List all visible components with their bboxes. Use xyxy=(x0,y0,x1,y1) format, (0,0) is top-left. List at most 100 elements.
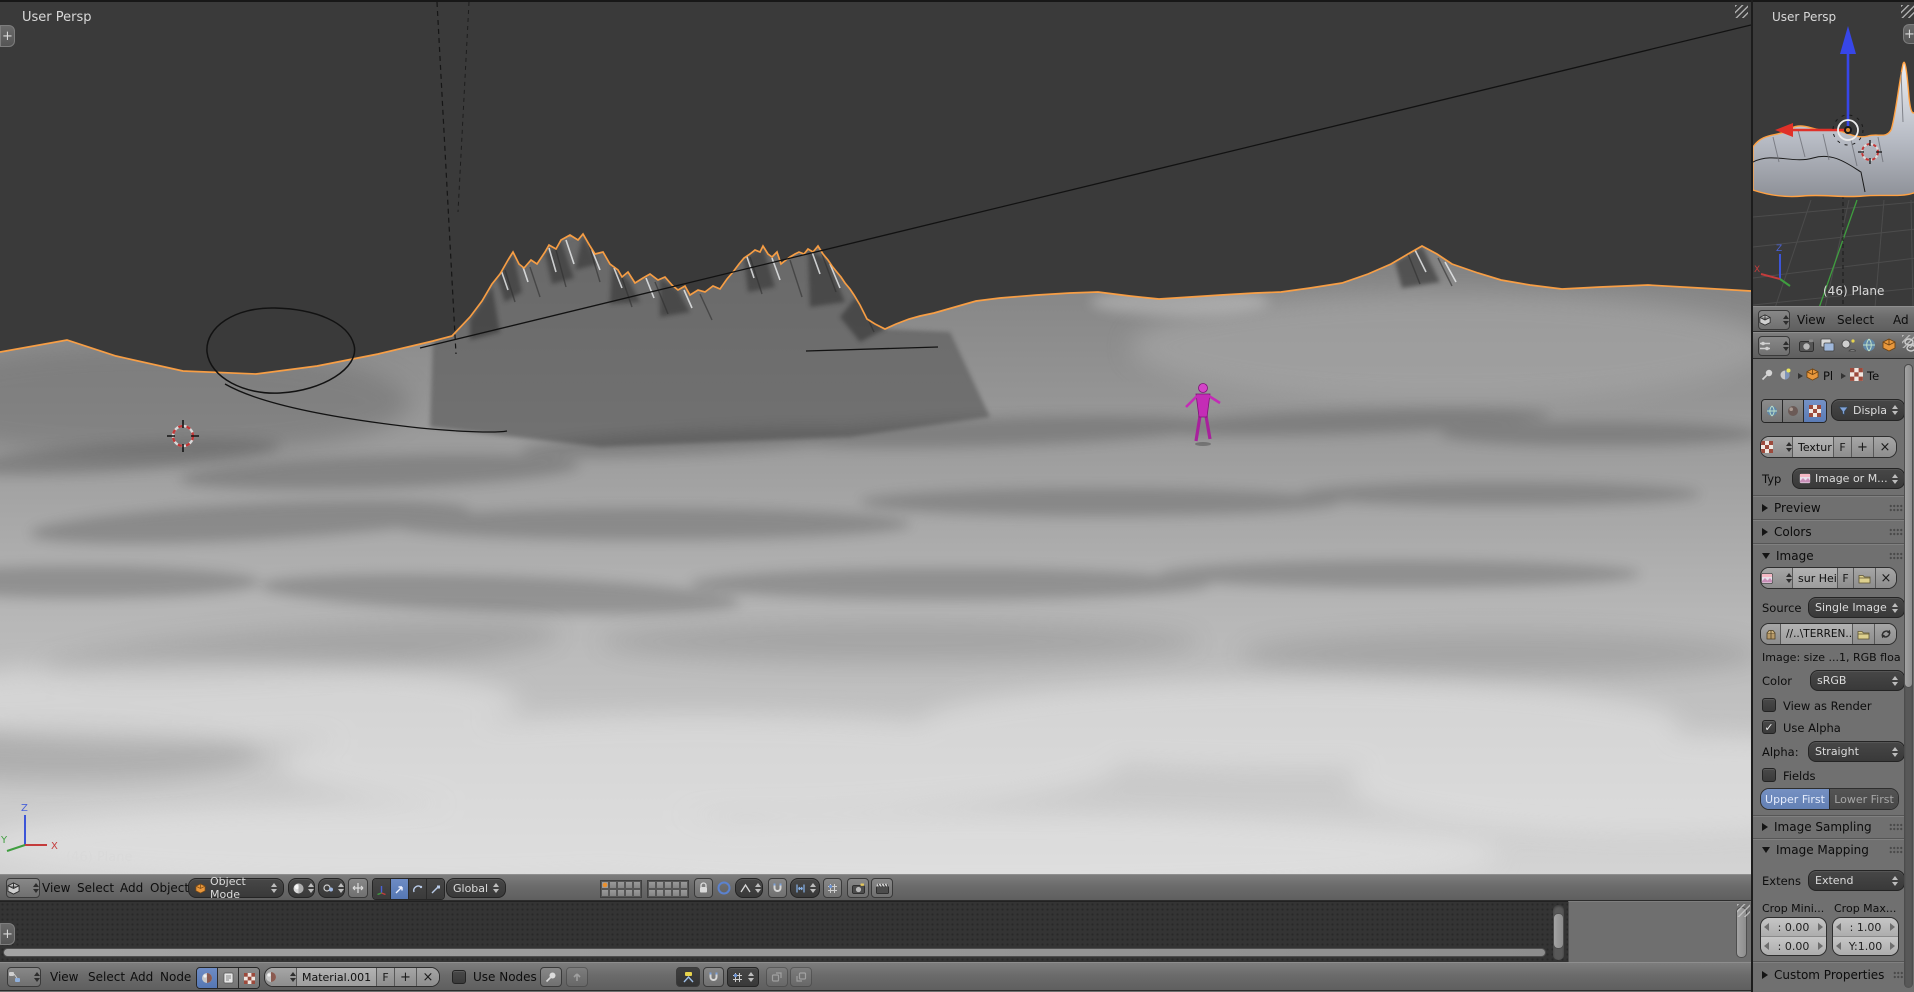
node-canvas[interactable]: + xyxy=(0,901,1568,963)
panel-grip[interactable] xyxy=(1889,823,1903,831)
mini-properties-expand-button[interactable]: + xyxy=(1903,24,1914,44)
source-dropdown[interactable]: Single Image xyxy=(1808,597,1905,618)
node-editor[interactable]: + View Select Add Node xyxy=(0,901,1751,992)
new-material-button[interactable]: + xyxy=(395,968,417,986)
slider-right-arrow-icon[interactable] xyxy=(1818,942,1823,950)
copy-nodes-button[interactable] xyxy=(766,967,788,987)
crop-max-x-slider[interactable]: : 1.00 xyxy=(1833,918,1898,937)
alpha-dropdown[interactable]: Straight xyxy=(1808,741,1905,762)
tab-scene-icon[interactable] xyxy=(1841,338,1856,352)
panel-grip[interactable] xyxy=(1889,846,1903,854)
manipulator-rotate-button[interactable] xyxy=(409,879,427,899)
orientation-dropdown[interactable]: Global xyxy=(446,878,506,898)
mode-dropdown[interactable]: Object Mode xyxy=(188,878,284,898)
panel-image-sampling-header[interactable]: Image Sampling xyxy=(1762,820,1903,834)
upper-first-button[interactable]: Upper First xyxy=(1761,789,1830,809)
menu-add[interactable]: Add xyxy=(120,875,143,901)
node-menu-view[interactable]: View xyxy=(50,964,78,990)
tab-render-layers-icon[interactable] xyxy=(1820,338,1835,352)
main-3d-viewport[interactable]: Z X Y User Persp (46) Plane + xyxy=(0,0,1751,876)
manipulator-axes-button[interactable] xyxy=(373,879,391,899)
menu-object[interactable]: Object xyxy=(150,875,189,901)
panel-grip[interactable] xyxy=(1889,528,1903,536)
texture-nodes-button[interactable] xyxy=(239,968,259,988)
world-texture-button[interactable] xyxy=(1762,400,1783,422)
insert-offset-button[interactable] xyxy=(676,967,700,987)
manipulator-toggle-button[interactable] xyxy=(348,878,368,898)
render-animation-button[interactable] xyxy=(871,878,893,898)
pack-image-button[interactable] xyxy=(1761,624,1781,644)
tab-render-icon[interactable] xyxy=(1799,339,1814,352)
manipulator-translate-button[interactable] xyxy=(391,879,409,899)
slider-left-arrow-icon[interactable] xyxy=(1764,923,1769,931)
go-to-parent-tree-button[interactable] xyxy=(566,967,588,987)
layers-grid-1[interactable] xyxy=(600,880,642,898)
manipulator-scale-button[interactable] xyxy=(427,879,444,899)
material-texture-button[interactable] xyxy=(1804,400,1826,422)
material-browse-button[interactable] xyxy=(265,968,297,986)
panel-grip[interactable] xyxy=(1889,552,1903,560)
pin-icon[interactable] xyxy=(1761,368,1774,381)
slider-left-arrow-icon[interactable] xyxy=(1764,942,1769,950)
brush-texture-button[interactable] xyxy=(1783,400,1804,422)
extension-dropdown[interactable]: Extend xyxy=(1808,870,1905,891)
texture-browse-button[interactable] xyxy=(1761,437,1793,457)
region-corner-widget[interactable] xyxy=(1735,5,1748,18)
shader-nodes-button[interactable] xyxy=(197,968,218,988)
use-alpha-checkbox[interactable]: ✓ xyxy=(1762,720,1776,734)
region-corner-widget[interactable] xyxy=(1902,335,1914,348)
panel-grip[interactable] xyxy=(1893,971,1903,979)
slider-right-arrow-icon[interactable] xyxy=(1818,923,1823,931)
panel-image-header[interactable]: Image xyxy=(1762,549,1903,563)
panel-grip[interactable] xyxy=(1889,504,1903,512)
render-still-button[interactable] xyxy=(847,878,869,898)
panel-custom-properties-header[interactable]: Custom Properties xyxy=(1762,968,1903,982)
crop-min-x-slider[interactable]: : 0.00 xyxy=(1761,918,1826,937)
node-menu-add[interactable]: Add xyxy=(130,964,153,990)
texture-type-dropdown[interactable]: Image or M... xyxy=(1792,468,1905,489)
image-name-field[interactable]: sur Hei xyxy=(1793,568,1838,588)
new-texture-button[interactable]: + xyxy=(1852,437,1874,457)
texture-slot-dropdown[interactable]: Displa xyxy=(1831,399,1905,421)
shading-dropdown[interactable] xyxy=(288,878,315,898)
properties-scrollbar[interactable] xyxy=(1904,364,1913,688)
slider-left-arrow-icon[interactable] xyxy=(1836,923,1841,931)
node-snap-mode-dropdown[interactable] xyxy=(727,967,759,987)
lower-first-button[interactable]: Lower First xyxy=(1830,789,1898,809)
proportional-edit-icon[interactable] xyxy=(717,881,731,895)
color-space-dropdown[interactable]: sRGB xyxy=(1810,670,1905,691)
fake-user-button[interactable]: F xyxy=(377,968,395,986)
panel-colors-header[interactable]: Colors xyxy=(1762,525,1903,539)
region-corner-widget[interactable] xyxy=(1901,5,1914,18)
tab-world-icon[interactable] xyxy=(1862,338,1876,352)
texture-name-field[interactable]: Textur xyxy=(1793,437,1834,457)
material-sphere-icon[interactable] xyxy=(1779,368,1792,381)
mini-3d-viewport[interactable]: Z X User Persp (46) Plane + xyxy=(1753,0,1914,306)
tab-object-icon[interactable] xyxy=(1882,338,1896,352)
paste-nodes-button[interactable] xyxy=(790,967,812,987)
view-as-render-checkbox[interactable] xyxy=(1762,698,1776,712)
node-toolshelf-expand-button[interactable]: + xyxy=(0,923,15,945)
image-browse-button[interactable] xyxy=(1761,568,1793,588)
snap-peel-button[interactable] xyxy=(823,878,842,898)
pivot-dropdown[interactable] xyxy=(318,878,345,898)
object-cube-icon[interactable] xyxy=(1806,368,1819,381)
unlink-material-button[interactable]: × xyxy=(417,968,439,986)
editor-type-button[interactable] xyxy=(7,967,41,987)
filepath-field[interactable]: //..\TERREN... xyxy=(1781,624,1853,644)
layer-cell-active[interactable] xyxy=(601,881,609,889)
node-menu-node[interactable]: Node xyxy=(160,964,191,990)
fake-user-button[interactable]: F xyxy=(1834,437,1852,457)
texture-checker-icon[interactable] xyxy=(1850,368,1863,381)
mini-menu-view[interactable]: View xyxy=(1797,307,1825,333)
menu-view[interactable]: View xyxy=(42,875,70,901)
pin-node-tree-button[interactable] xyxy=(540,967,562,987)
snap-toggle-button[interactable] xyxy=(768,878,787,898)
fields-checkbox[interactable] xyxy=(1762,768,1776,782)
crop-max-y-slider[interactable]: Y:1.00 xyxy=(1833,937,1898,955)
panel-image-mapping-header[interactable]: Image Mapping xyxy=(1762,843,1903,857)
node-menu-select[interactable]: Select xyxy=(88,964,125,990)
reload-image-button[interactable] xyxy=(1875,624,1896,644)
compositing-nodes-button[interactable] xyxy=(218,968,239,988)
lock-to-scene-button[interactable] xyxy=(694,878,713,898)
